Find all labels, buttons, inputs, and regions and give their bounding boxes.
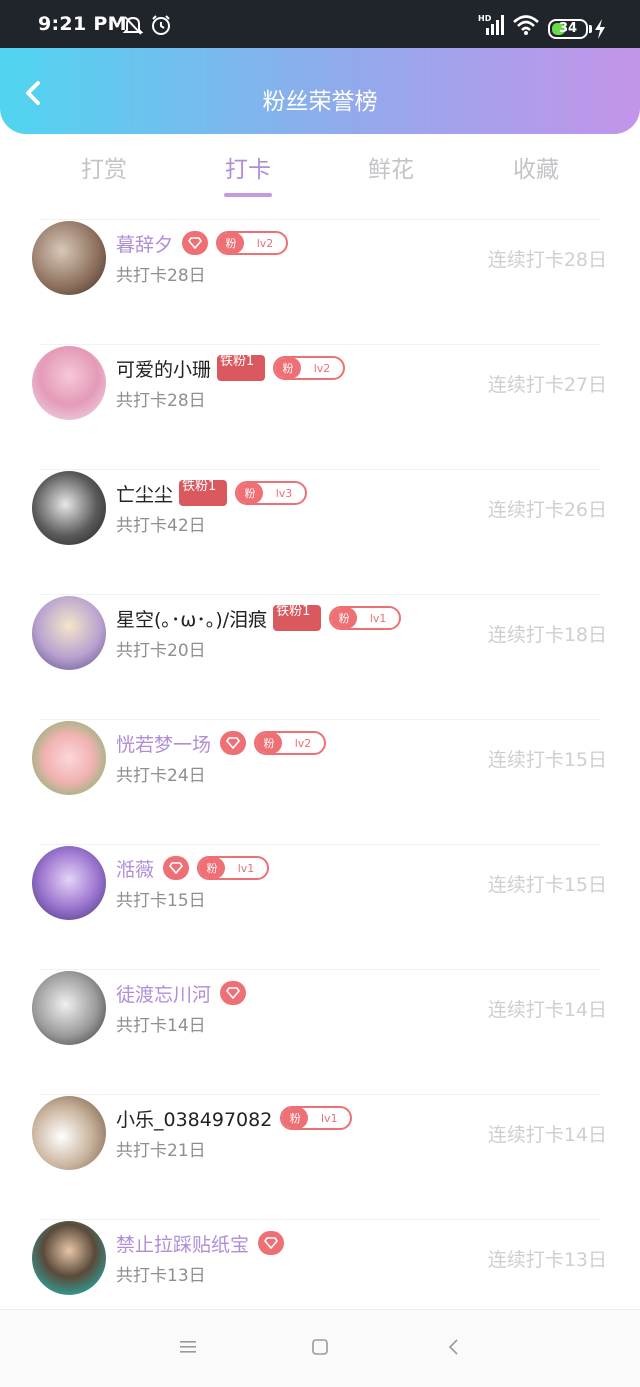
diamond-icon xyxy=(182,231,209,255)
fan-level-badge: 粉 lv2 xyxy=(216,231,289,255)
signal-icon: HD xyxy=(478,14,504,35)
total-checkins: 共打卡24日 xyxy=(116,766,206,786)
streak-checkins: 连续打卡18日 xyxy=(487,624,607,646)
total-checkins: 共打卡21日 xyxy=(116,1141,206,1161)
user-name: 禁止拉踩贴纸宝 xyxy=(116,1233,250,1256)
fan-level-badge: 粉 lv2 xyxy=(273,356,346,380)
streak-checkins: 连续打卡26日 xyxy=(487,499,607,521)
streak-checkins: 连续打卡14日 xyxy=(487,999,607,1021)
total-checkins: 共打卡20日 xyxy=(116,641,206,661)
avatar[interactable] xyxy=(32,221,106,295)
list-item[interactable]: 星空(｡･ω･｡)/泪痕 铁粉1 粉 lv1 共打卡20日 连续打卡18日 xyxy=(0,594,640,719)
total-checkins: 共打卡28日 xyxy=(116,266,206,286)
avatar[interactable] xyxy=(32,1096,106,1170)
total-checkins: 共打卡14日 xyxy=(116,1016,206,1036)
alarm-icon xyxy=(152,15,170,35)
streak-checkins: 连续打卡13日 xyxy=(487,1249,607,1271)
fan-level-badge: 粉 lv1 xyxy=(329,606,402,630)
header-bar: 粉丝荣誉榜 xyxy=(0,48,640,134)
home-icon[interactable] xyxy=(311,1338,329,1356)
diamond-icon xyxy=(258,1231,285,1255)
tab-flowers[interactable]: 鲜花 xyxy=(341,150,441,184)
bell-off-icon xyxy=(122,16,144,35)
total-checkins: 共打卡28日 xyxy=(116,391,206,411)
avatar[interactable] xyxy=(32,971,106,1045)
tab-bar: 打赏 打卡 鲜花 收藏 xyxy=(0,150,640,200)
user-name: 暮辞夕 xyxy=(116,233,174,256)
charging-icon xyxy=(595,19,605,39)
page-title: 粉丝荣誉榜 xyxy=(262,89,378,115)
status-bar: 9:21 PM HD 34 xyxy=(0,0,640,48)
fan-level-badge: 粉 lv2 xyxy=(254,731,327,755)
fan-level-badge: 粉 lv1 xyxy=(280,1106,353,1130)
status-time: 9:21 PM xyxy=(38,13,127,35)
tab-favorites[interactable]: 收藏 xyxy=(486,150,586,184)
user-name: 恍若梦一场 xyxy=(116,733,212,756)
tiefen-badge: 铁粉1 xyxy=(179,480,228,506)
fan-level-badge: 粉 lv1 xyxy=(197,856,270,880)
list-item[interactable]: 亡尘尘 铁粉1 粉 lv3 共打卡42日 连续打卡26日 xyxy=(0,469,640,594)
user-name: 徒渡忘川河 xyxy=(116,983,212,1006)
avatar[interactable] xyxy=(32,721,106,795)
list-item[interactable]: 可爱的小珊 铁粉1 粉 lv2 共打卡28日 连续打卡27日 xyxy=(0,344,640,469)
tab-checkin[interactable]: 打卡 xyxy=(198,150,298,184)
user-name: 湉薇 xyxy=(116,858,155,881)
battery-indicator: 34 xyxy=(548,19,588,39)
diamond-icon xyxy=(220,981,247,1005)
tab-reward[interactable]: 打赏 xyxy=(54,150,154,184)
wifi-icon xyxy=(513,15,539,35)
fan-level-badge: 粉 lv3 xyxy=(235,481,308,505)
avatar[interactable] xyxy=(32,471,106,545)
total-checkins: 共打卡15日 xyxy=(116,891,206,911)
back-nav-icon[interactable] xyxy=(446,1338,462,1356)
user-name: 亡尘尘 xyxy=(116,483,174,506)
svg-text:HD: HD xyxy=(478,14,492,23)
user-name: 星空(｡･ω･｡)/泪痕 xyxy=(116,608,268,631)
streak-checkins: 连续打卡28日 xyxy=(487,249,607,271)
list-item[interactable]: 小乐_038497082 粉 lv1 共打卡21日 连续打卡14日 xyxy=(0,1094,640,1219)
tiefen-badge: 铁粉1 xyxy=(273,605,322,631)
streak-checkins: 连续打卡15日 xyxy=(487,749,607,771)
streak-checkins: 连续打卡27日 xyxy=(487,374,607,396)
menu-icon[interactable] xyxy=(178,1338,198,1356)
streak-checkins: 连续打卡14日 xyxy=(487,1124,607,1146)
avatar[interactable] xyxy=(32,596,106,670)
list-item[interactable]: 湉薇 粉 lv1 共打卡15日 连续打卡15日 xyxy=(0,844,640,969)
active-tab-indicator xyxy=(224,193,272,197)
avatar[interactable] xyxy=(32,346,106,420)
user-name: 可爱的小珊 xyxy=(116,358,212,381)
system-nav-bar xyxy=(0,1309,640,1387)
diamond-icon xyxy=(163,856,190,880)
streak-checkins: 连续打卡15日 xyxy=(487,874,607,896)
avatar[interactable] xyxy=(32,846,106,920)
avatar[interactable] xyxy=(32,1221,106,1295)
list-item[interactable]: 徒渡忘川河 共打卡14日 连续打卡14日 xyxy=(0,969,640,1094)
list-item[interactable]: 恍若梦一场 粉 lv2 共打卡24日 连续打卡15日 xyxy=(0,719,640,844)
diamond-icon xyxy=(220,731,247,755)
list-item[interactable]: 暮辞夕 粉 lv2 共打卡28日 连续打卡28日 xyxy=(0,219,640,344)
tiefen-badge: 铁粉1 xyxy=(217,355,266,381)
battery-level: 34 xyxy=(558,21,578,36)
total-checkins: 共打卡42日 xyxy=(116,516,206,536)
user-name: 小乐_038497082 xyxy=(116,1108,273,1131)
total-checkins: 共打卡13日 xyxy=(116,1266,206,1286)
